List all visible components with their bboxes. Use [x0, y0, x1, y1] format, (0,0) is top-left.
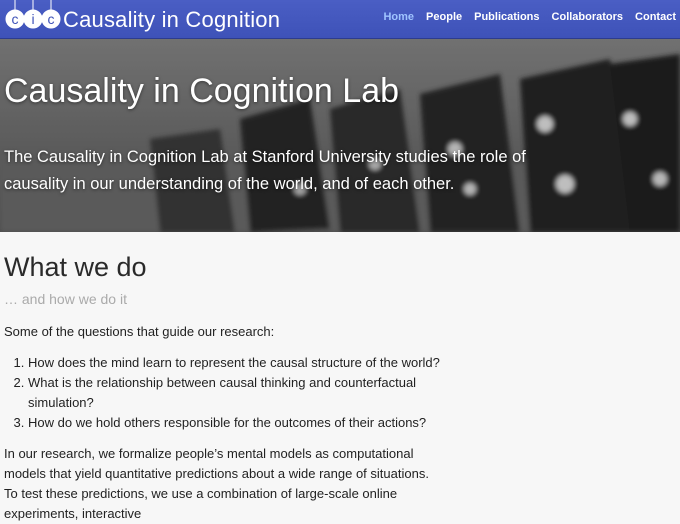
main-nav: Home People Publications Collaborators C…	[371, 11, 676, 23]
list-item: What is the relationship between causal …	[28, 373, 444, 413]
nav-home[interactable]: Home	[383, 11, 414, 23]
hero-banner: Causality in Cognition Lab The Causality…	[0, 39, 680, 232]
lab-logo[interactable]: c i c	[4, 0, 62, 36]
research-paragraph: In our research, we formalize people’s m…	[4, 446, 429, 521]
section-title: What we do	[4, 252, 147, 282]
brand-title[interactable]: Causality in Cognition	[63, 7, 280, 33]
main-content: What we do … and how we do it Some of th…	[4, 250, 444, 524]
logo-letter-3: c	[48, 11, 55, 27]
nav-collaborators[interactable]: Collaborators	[552, 11, 624, 23]
logo-letter-1: c	[12, 11, 19, 27]
hero-description: The Causality in Cognition Lab at Stanfo…	[4, 148, 526, 193]
nav-contact[interactable]: Contact	[635, 11, 676, 23]
intro-text: Some of the questions that guide our res…	[4, 324, 275, 339]
top-navbar: c i c Causality in Cognition Home People…	[0, 0, 680, 39]
section-subtitle: … and how we do it	[4, 291, 127, 307]
hero-title: Causality in Cognition Lab	[4, 72, 400, 110]
list-item: How do we hold others responsible for th…	[28, 413, 444, 433]
list-item: How does the mind learn to represent the…	[28, 353, 444, 373]
nav-people[interactable]: People	[426, 11, 462, 23]
dominoes-background-image	[0, 39, 680, 232]
research-questions-list: How does the mind learn to represent the…	[4, 353, 444, 433]
logo-letter-2: i	[31, 11, 34, 27]
nav-publications[interactable]: Publications	[474, 11, 539, 23]
